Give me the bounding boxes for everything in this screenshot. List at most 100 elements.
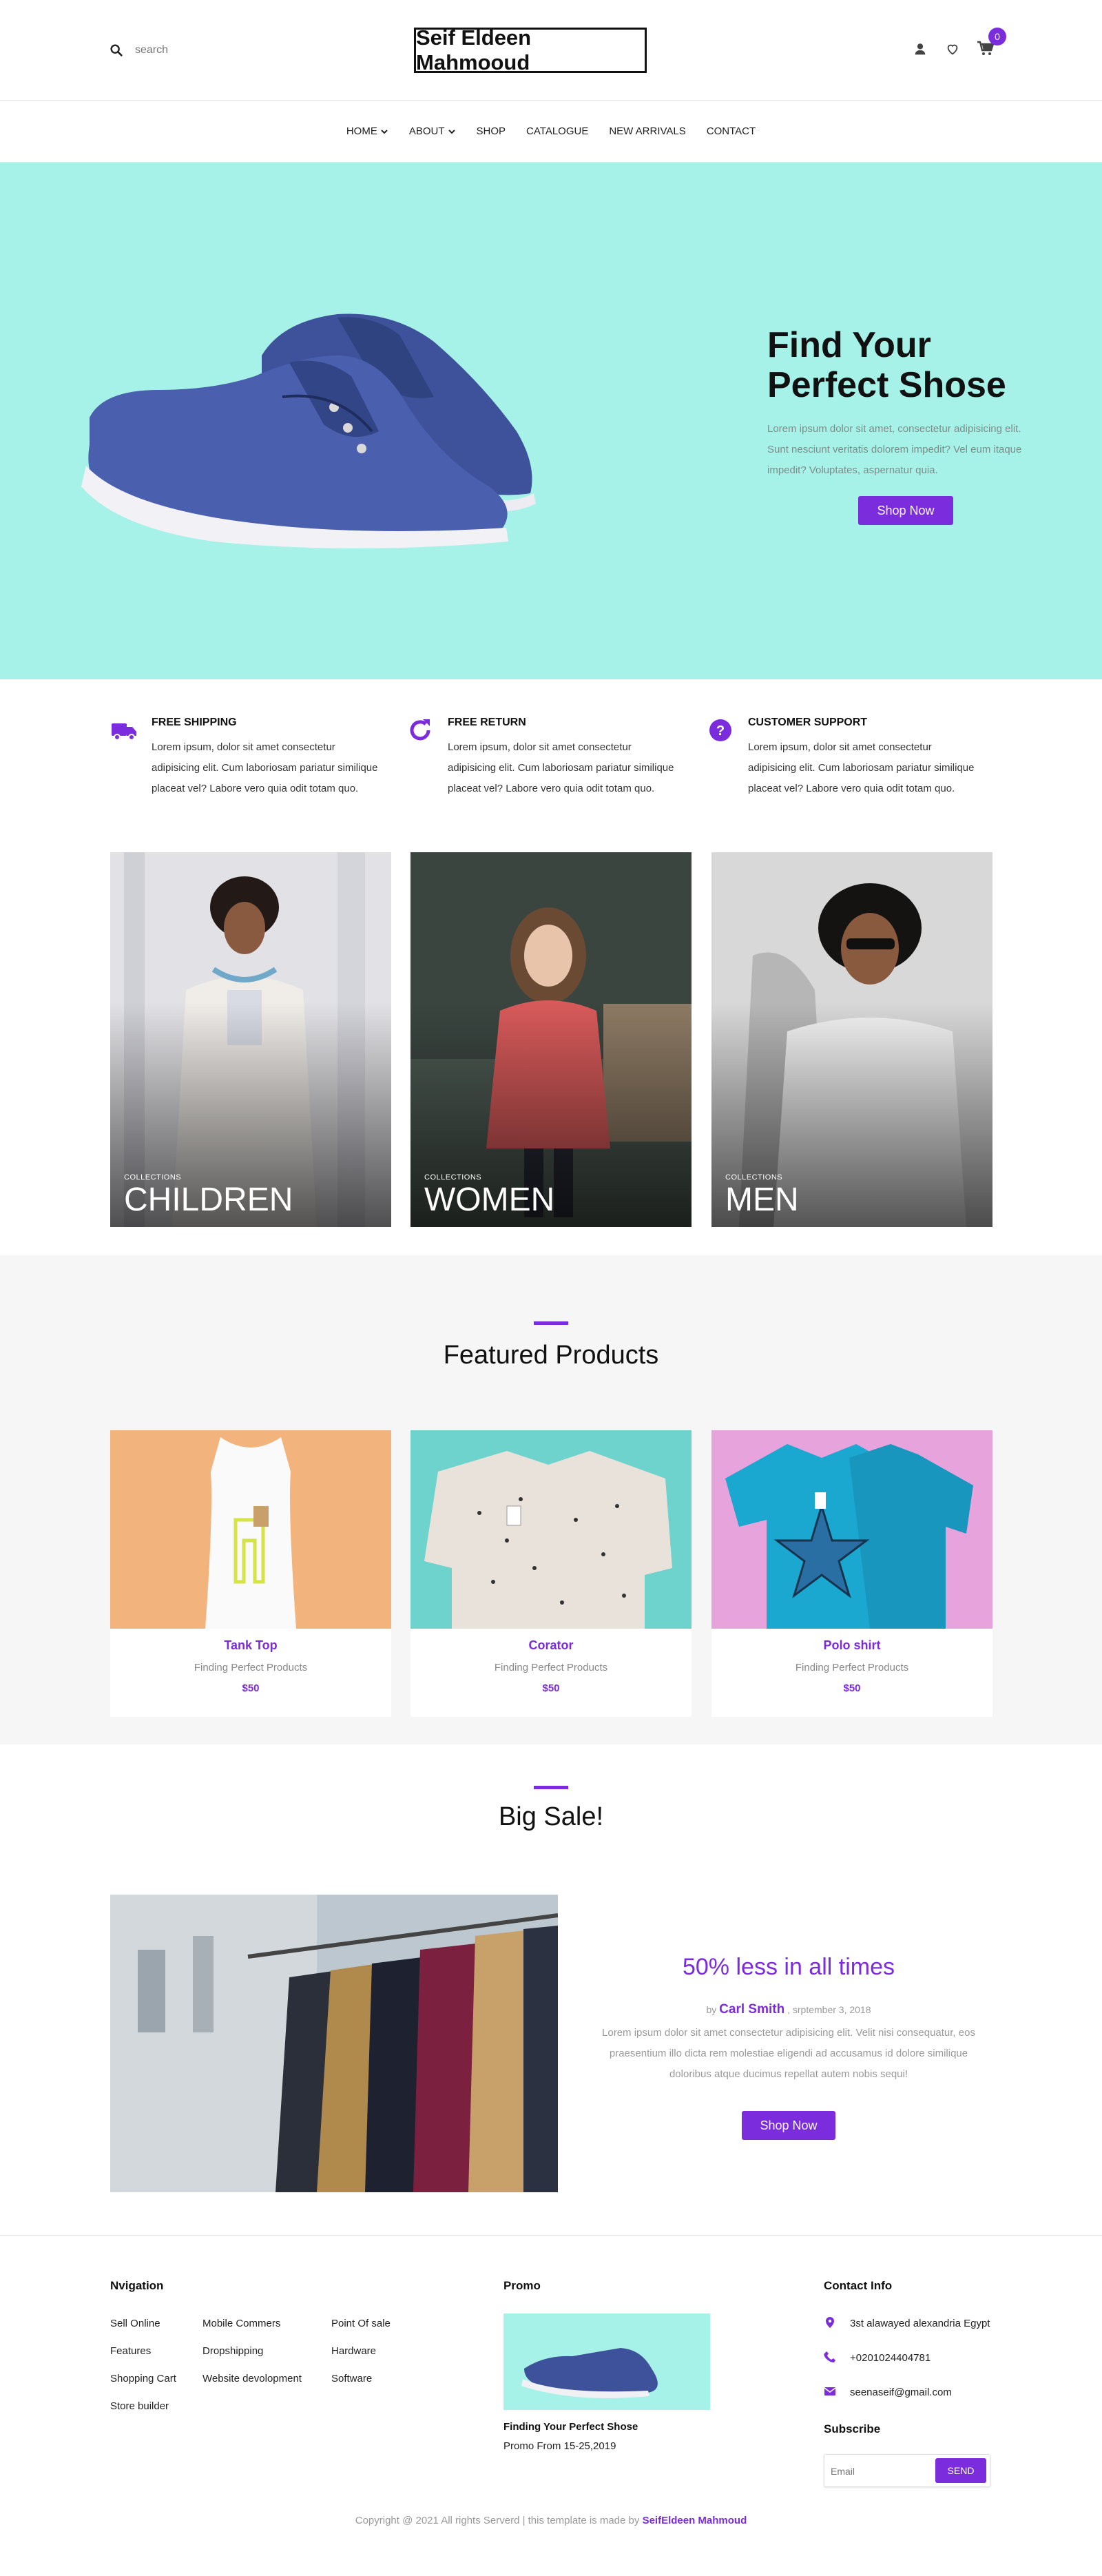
svg-text:?: ? [716, 723, 725, 739]
product-name[interactable]: Polo shirt [711, 1638, 992, 1653]
product-image [110, 1430, 391, 1629]
sale-date: , srptember 3, 2018 [787, 2004, 871, 2015]
promo-shoe-image[interactable] [503, 2314, 710, 2410]
feature-title: CUSTOMER SUPPORT [748, 717, 868, 728]
contact-address: 3st alawayed alexandria Egypt [850, 2318, 990, 2329]
promo-date: Promo From 15-25,2019 [503, 2440, 616, 2452]
hero-banner: Find Your Perfect Shose Lorem ipsum dolo… [0, 163, 1102, 679]
sale-clothes-rack-image [110, 1895, 558, 2192]
footer-link[interactable]: Sell Online [110, 2318, 160, 2329]
product-name[interactable]: Tank Top [110, 1638, 391, 1653]
hero-shop-now-button[interactable]: Shop Now [858, 496, 953, 525]
mail-icon [824, 2387, 836, 2395]
contact-phone[interactable]: +0201024404781 [850, 2352, 931, 2364]
subscribe-heading: Subscribe [824, 2422, 881, 2435]
footer-nav-heading: Nvigation [110, 2279, 164, 2292]
nav-item-shop[interactable]: SHOP [466, 125, 517, 137]
sale-meta: by Carl Smith , srptember 3, 2018 [572, 2002, 1006, 2017]
nav-item-contact[interactable]: CONTACT [696, 125, 766, 137]
hero-shoe-image [81, 313, 536, 548]
sale-author-link[interactable]: Carl Smith [719, 2002, 784, 2017]
chevron-down-icon [448, 129, 455, 134]
copyright-text: Copyright @ 2021 All rights Serverd | th… [355, 2515, 643, 2526]
featured-title: Featured Products [443, 1341, 659, 1370]
product-price: $50 [242, 1682, 260, 1694]
sale-by-label: by [706, 2004, 717, 2015]
product-description: Finding Perfect Products [494, 1662, 608, 1673]
product-card[interactable]: Corator Finding Perfect Products $50 [410, 1430, 692, 1717]
product-card[interactable]: Polo shirt Finding Perfect Products $50 [711, 1430, 992, 1717]
subscribe-send-button[interactable]: SEND [935, 2458, 986, 2483]
user-icon[interactable] [913, 41, 928, 56]
phone-icon [824, 2351, 835, 2362]
nav-item-new-arrivals[interactable]: NEW ARRIVALS [599, 125, 696, 137]
hero-text: Lorem ipsum dolor sit amet, consectetur … [767, 423, 1022, 476]
contact-email[interactable]: seenaseif@gmail.com [850, 2387, 952, 2398]
footer-link[interactable]: Dropshipping [202, 2345, 263, 2357]
collection-card-children[interactable]: COLLECTIONS CHILDREN [110, 852, 391, 1227]
nav-home-label: HOME [346, 125, 377, 137]
truck-icon [112, 723, 136, 741]
search-input[interactable] [135, 40, 314, 61]
footer-divider [0, 2235, 1102, 2236]
feature-title: FREE RETURN [448, 717, 526, 728]
section-accent-bar [534, 1321, 568, 1325]
subscribe-email-input[interactable] [831, 2462, 927, 2480]
collection-subtitle: COLLECTIONS [124, 1173, 182, 1182]
sale-text: Lorem ipsum dolor sit amet consectetur a… [602, 2027, 975, 2080]
collection-title: WOMEN [424, 1182, 555, 1218]
footer-link[interactable]: Website devolopment [202, 2373, 302, 2384]
footer-link[interactable]: Mobile Commers [202, 2318, 280, 2329]
nav-shop-label: SHOP [476, 125, 506, 137]
feature-text: Lorem ipsum, dolor sit amet consectetur … [448, 741, 674, 794]
hero-title: Find Your Perfect Shose [767, 325, 1006, 405]
collection-subtitle: COLLECTIONS [424, 1173, 482, 1182]
collection-card-men[interactable]: COLLECTIONS MEN [711, 852, 992, 1227]
nav-item-catalogue[interactable]: CATALOGUE [516, 125, 599, 137]
collection-title: CHILDREN [124, 1182, 293, 1218]
collection-title: MEN [725, 1182, 799, 1218]
promo-title[interactable]: Finding Your Perfect Shose [503, 2421, 638, 2433]
sale-title: Big Sale! [498, 1802, 604, 1831]
nav-item-home[interactable]: HOME [336, 125, 399, 137]
collection-card-women[interactable]: COLLECTIONS WOMEN [410, 852, 692, 1227]
question-icon: ? [709, 719, 731, 741]
footer-link[interactable]: Shopping Cart [110, 2373, 176, 2384]
footer-contact-heading: Contact Info [824, 2279, 893, 2292]
product-card[interactable]: Tank Top Finding Perfect Products $50 [110, 1430, 391, 1717]
main-nav: HOME ABOUT SHOP CATALOGUE NEW ARRIVALS C… [0, 101, 1102, 163]
header: Seif Eldeen Mahmooud 0 [0, 0, 1102, 101]
product-price: $50 [542, 1682, 560, 1694]
nav-new-arrivals-label: NEW ARRIVALS [609, 125, 686, 137]
sale-shop-now-button[interactable]: Shop Now [742, 2111, 835, 2140]
feature-text: Lorem ipsum, dolor sit amet consectetur … [152, 741, 378, 794]
brand-logo[interactable]: Seif Eldeen Mahmooud [414, 25, 647, 74]
footer-link[interactable]: Store builder [110, 2400, 169, 2412]
footer-promo-heading: Promo [503, 2279, 541, 2292]
product-price: $50 [843, 1682, 861, 1694]
section-accent-bar [534, 1786, 568, 1789]
nav-about-label: ABOUT [408, 125, 445, 137]
feature-title: FREE SHIPPING [152, 717, 237, 728]
product-description: Finding Perfect Products [194, 1662, 308, 1673]
location-icon [826, 2317, 834, 2328]
search-icon[interactable] [109, 43, 124, 58]
footer-link[interactable]: Software [331, 2373, 372, 2384]
collection-subtitle: COLLECTIONS [725, 1173, 783, 1182]
product-image [410, 1430, 692, 1629]
product-description: Finding Perfect Products [795, 1662, 909, 1673]
heart-icon[interactable] [945, 41, 960, 56]
copyright: Copyright @ 2021 All rights Serverd | th… [0, 2515, 1102, 2526]
product-name[interactable]: Corator [410, 1638, 692, 1653]
nav-item-about[interactable]: ABOUT [399, 125, 466, 137]
feature-text: Lorem ipsum, dolor sit amet consectetur … [748, 741, 975, 794]
sale-heading: 50% less in all times [682, 1954, 895, 1980]
cart-count-badge: 0 [988, 28, 1006, 45]
footer-link[interactable]: Point Of sale [331, 2318, 391, 2329]
refresh-icon [410, 719, 430, 741]
product-image [711, 1430, 992, 1629]
nav-contact-label: CONTACT [706, 125, 756, 137]
footer-link[interactable]: Features [110, 2345, 151, 2357]
copyright-author-link[interactable]: SeifEldeen Mahmoud [643, 2515, 747, 2526]
footer-link[interactable]: Hardware [331, 2345, 376, 2357]
